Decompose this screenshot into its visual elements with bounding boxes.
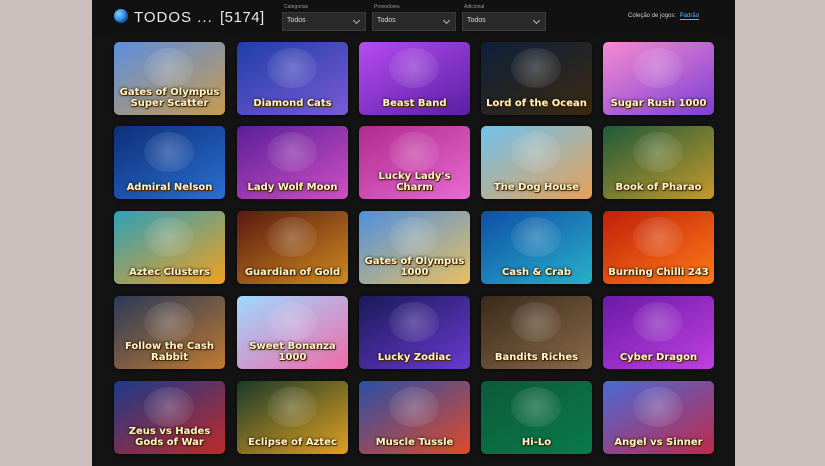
game-tile[interactable]: Zeus vs Hades Gods of War (114, 381, 225, 454)
game-tile[interactable]: Lucky Zodiac (359, 296, 470, 369)
game-title: Eclipse of Aztec (248, 437, 337, 448)
game-artwork (267, 387, 317, 427)
game-artwork (144, 302, 194, 342)
game-tile[interactable]: Guardian of Gold (237, 211, 348, 284)
game-artwork (633, 387, 683, 427)
game-artwork (511, 48, 561, 88)
game-tile[interactable]: Burning Chilli 243 (603, 211, 714, 284)
category-select-value: Todos (287, 17, 306, 24)
game-artwork (511, 217, 561, 257)
chevron-down-icon (352, 16, 361, 25)
game-artwork (633, 302, 683, 342)
game-tile[interactable]: Aztec Clusters (114, 211, 225, 284)
game-artwork (267, 217, 317, 257)
game-tile[interactable]: Gates of Olympus 1000 (359, 211, 470, 284)
category-select[interactable]: Todos (282, 12, 366, 31)
game-title: Muscle Tussle (375, 437, 454, 448)
game-title: Cyber Dragon (619, 352, 698, 363)
game-tile[interactable]: Cyber Dragon (603, 296, 714, 369)
game-artwork (389, 217, 439, 257)
game-tile[interactable]: Book of Pharao (603, 126, 714, 199)
game-artwork (389, 302, 439, 342)
page-title[interactable]: TODOS ... (134, 9, 213, 26)
game-title: Sugar Rush 1000 (610, 98, 707, 109)
game-title: Bandits Riches (494, 352, 579, 363)
game-title: Lucky Lady's Charm (378, 171, 451, 193)
game-tile[interactable]: Lord of the Ocean (481, 42, 592, 115)
game-title: Beast Band (382, 98, 447, 109)
game-tile[interactable]: Angel vs Sinner (603, 381, 714, 454)
game-artwork (633, 132, 683, 172)
game-title: Gates of Olympus 1000 (364, 256, 465, 278)
game-title: Lucky Zodiac (377, 352, 452, 363)
game-title: Book of Pharao (615, 182, 702, 193)
chevron-down-icon (442, 16, 451, 25)
game-tile[interactable]: Eclipse of Aztec (237, 381, 348, 454)
game-tile[interactable]: Sugar Rush 1000 (603, 42, 714, 115)
game-artwork (389, 387, 439, 427)
game-artwork (389, 48, 439, 88)
collection-value-link[interactable]: Padrão (679, 13, 700, 20)
game-tile[interactable]: Beast Band (359, 42, 470, 115)
collection-selector: Coleção de jogos: Padrão (628, 13, 700, 20)
game-title: Diamond Cats (253, 98, 332, 109)
additional-filter[interactable]: Adicional Todos (462, 4, 546, 31)
game-tile[interactable]: Hi-Lo (481, 381, 592, 454)
game-artwork (267, 302, 317, 342)
game-title: Lord of the Ocean (486, 98, 587, 109)
game-count: [5174] (220, 9, 265, 26)
game-artwork (633, 48, 683, 88)
game-artwork (511, 132, 561, 172)
game-artwork (511, 302, 561, 342)
game-title: Zeus vs Hades Gods of War (128, 426, 211, 448)
game-lobby: TODOS ... [5174] Categorias Todos Proved… (92, 0, 735, 466)
game-artwork (267, 132, 317, 172)
game-tile[interactable]: Admiral Nelson (114, 126, 225, 199)
game-title: Follow the Cash Rabbit (124, 341, 215, 363)
category-filter[interactable]: Categorias Todos (282, 4, 366, 31)
game-tile[interactable]: Lady Wolf Moon (237, 126, 348, 199)
category-filter-label: Categorias (284, 4, 309, 10)
game-artwork (144, 217, 194, 257)
game-title: The Dog House (493, 182, 580, 193)
game-tile[interactable]: Diamond Cats (237, 42, 348, 115)
provider-select[interactable]: Todos (372, 12, 456, 31)
game-artwork (144, 387, 194, 427)
globe-icon (114, 9, 128, 23)
game-tile[interactable]: Lucky Lady's Charm (359, 126, 470, 199)
game-artwork (389, 132, 439, 172)
provider-filter[interactable]: Provedores Todos (372, 4, 456, 31)
chevron-down-icon (532, 16, 541, 25)
game-artwork (144, 48, 194, 88)
game-artwork (144, 132, 194, 172)
collection-label: Coleção de jogos: (628, 13, 677, 19)
provider-select-value: Todos (377, 17, 396, 24)
game-artwork (267, 48, 317, 88)
game-title: Angel vs Sinner (614, 437, 703, 448)
provider-filter-label: Provedores (374, 4, 400, 10)
game-title: Lady Wolf Moon (247, 182, 338, 193)
additional-filter-label: Adicional (464, 4, 485, 10)
game-title: Sweet Bonanza 1000 (249, 341, 336, 363)
game-title: Gates of Olympus Super Scatter (119, 87, 220, 109)
game-artwork (511, 387, 561, 427)
game-title: Admiral Nelson (126, 182, 213, 193)
game-tile[interactable]: Cash & Crab (481, 211, 592, 284)
additional-select[interactable]: Todos (462, 12, 546, 31)
game-tile[interactable]: Follow the Cash Rabbit (114, 296, 225, 369)
game-title: Aztec Clusters (129, 267, 210, 278)
top-bar: TODOS ... [5174] Categorias Todos Proved… (92, 0, 735, 36)
game-tile[interactable]: Sweet Bonanza 1000 (237, 296, 348, 369)
game-title: Burning Chilli 243 (608, 267, 709, 278)
game-tile[interactable]: Bandits Riches (481, 296, 592, 369)
game-tile[interactable]: Gates of Olympus Super Scatter (114, 42, 225, 115)
game-artwork (633, 217, 683, 257)
game-tile[interactable]: Muscle Tussle (359, 381, 470, 454)
game-title: Hi-Lo (521, 437, 552, 448)
game-tile[interactable]: The Dog House (481, 126, 592, 199)
additional-select-value: Todos (467, 17, 486, 24)
game-title: Cash & Crab (501, 267, 572, 278)
game-title: Guardian of Gold (244, 267, 341, 278)
